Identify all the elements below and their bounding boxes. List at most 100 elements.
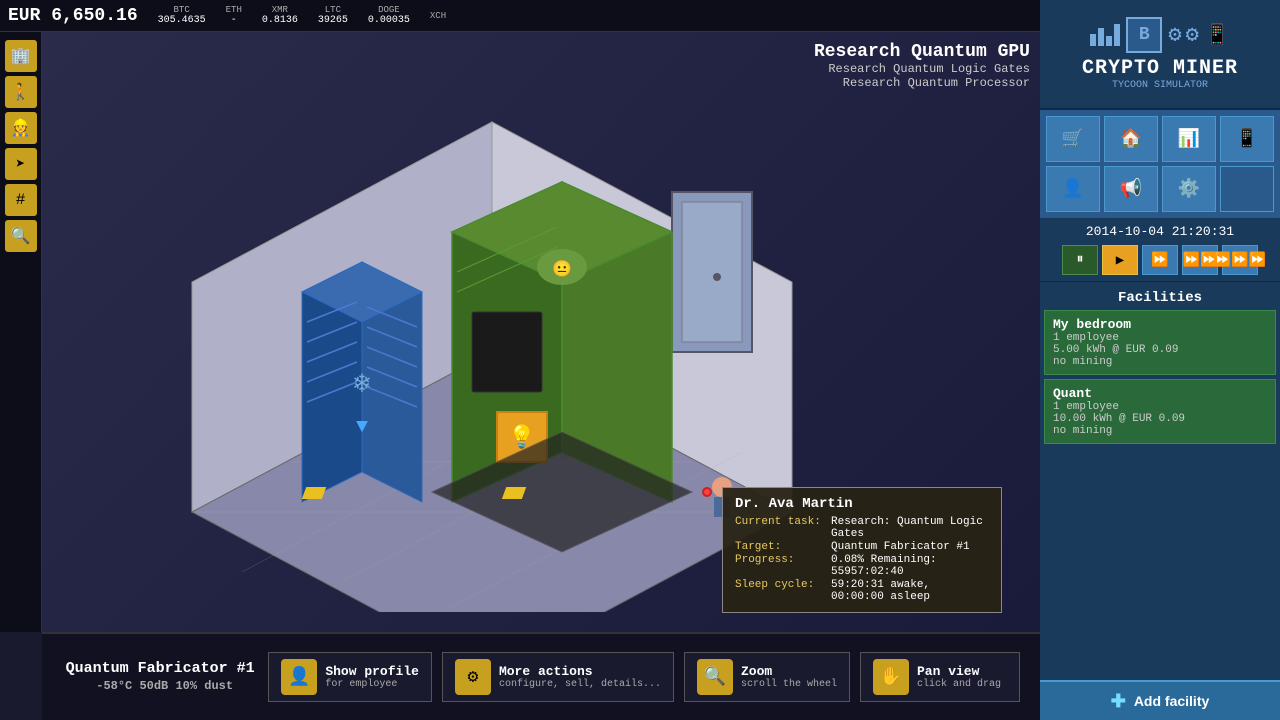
gear-icon-2: ⚙ — [1186, 22, 1199, 48]
main-currency: EUR 6,650.16 — [8, 6, 138, 26]
nav-person-button[interactable]: 👤 — [1046, 166, 1100, 212]
speed-controls: ⏸ ▶ ⏩ ⏩⏩ ⏩⏩⏩ — [1046, 245, 1274, 275]
zoom-icon: 🔍 — [697, 659, 733, 695]
tooltip-target-label: Target: — [735, 541, 825, 553]
add-facility-button[interactable]: ✚ Add facility — [1040, 680, 1280, 720]
sidebar-worker-icon[interactable]: 👷 — [5, 112, 37, 144]
show-profile-button[interactable]: 👤 Show profile for employee — [268, 652, 432, 702]
doge-name: DOGE — [378, 5, 400, 15]
more-actions-button[interactable]: ⚙ More actions configure, sell, details.… — [442, 652, 674, 702]
facility-card-bedroom[interactable]: My bedroom 1 employee 5.00 kWh @ EUR 0.0… — [1044, 310, 1276, 375]
crypto-xch: XCH — [430, 11, 446, 21]
logo-title: CRYPTO MINER — [1082, 57, 1238, 80]
crypto-ltc: LTC 39265 — [318, 5, 348, 26]
ltc-val: 39265 — [318, 15, 348, 26]
cooling-unit: ❄ ▼ — [302, 262, 422, 502]
facility-bedroom-mining: no mining — [1053, 356, 1267, 368]
pan-text: Pan view click and drag — [917, 664, 1001, 690]
pan-view-button[interactable]: ✋ Pan view click and drag — [860, 652, 1020, 702]
tooltip-task-label: Current task: — [735, 516, 825, 540]
left-sidebar: 🏢 🚶 👷 ➤ # 🔍 — [0, 32, 42, 632]
more-actions-text: More actions configure, sell, details... — [499, 664, 661, 690]
sidebar-arrow-icon[interactable]: ➤ — [5, 148, 37, 180]
tooltip-sleep-value: 59:20:31 awake, 00:00:00 asleep — [831, 579, 989, 603]
research-title: Research Quantum GPU — [814, 42, 1030, 62]
time-controls: 2014-10-04 21:20:31 ⏸ ▶ ⏩ ⏩⏩ ⏩⏩⏩ — [1040, 218, 1280, 282]
ltc-name: LTC — [325, 5, 341, 15]
show-profile-text: Show profile for employee — [325, 664, 419, 690]
sidebar-hash-icon[interactable]: # — [5, 184, 37, 216]
facilities-section: Facilities My bedroom 1 employee 5.00 kW… — [1040, 282, 1280, 680]
svg-text:▼: ▼ — [356, 416, 368, 439]
play-button[interactable]: ▶ — [1102, 245, 1138, 275]
more-actions-icon: ⚙ — [455, 659, 491, 695]
xmr-val: 0.8136 — [262, 15, 298, 26]
crypto-btc: BTC 305.4635 — [158, 5, 206, 26]
nav-phone-button[interactable]: 📱 — [1220, 116, 1274, 162]
speed-8x-button[interactable]: ⏩⏩⏩ — [1222, 245, 1258, 275]
xmr-name: XMR — [272, 5, 288, 15]
crypto-doge: DOGE 0.00035 — [368, 5, 410, 26]
logo-area: B ⚙ ⚙ 📱 CRYPTO MINER TYCOON SIMULATOR — [1040, 0, 1280, 110]
research-sub1: Research Quantum Logic Gates — [814, 62, 1030, 76]
pan-icon: ✋ — [873, 659, 909, 695]
nav-settings-button[interactable]: ⚙️ — [1162, 166, 1216, 212]
facility-quant-mining: no mining — [1053, 425, 1267, 437]
svg-text:❄: ❄ — [354, 370, 371, 401]
speed-4x-button[interactable]: ⏩⏩ — [1182, 245, 1218, 275]
bar-chart-icon — [1090, 24, 1120, 46]
crypto-xmr: XMR 0.8136 — [262, 5, 298, 26]
facility-quant-name: Quant — [1053, 386, 1267, 401]
facilities-title: Facilities — [1044, 286, 1276, 310]
btc-name: BTC — [174, 5, 190, 15]
xch-name: XCH — [430, 11, 446, 21]
facility-card-quant[interactable]: Quant 1 employee 10.00 kWh @ EUR 0.09 no… — [1044, 379, 1276, 444]
research-panel: Research Quantum GPU Research Quantum Lo… — [814, 42, 1030, 90]
btc-val: 305.4635 — [158, 15, 206, 26]
facility-stats: -58°C 50dB 10% dust — [96, 679, 233, 693]
tooltip-target-value: Quantum Fabricator #1 — [831, 541, 970, 553]
facility-bedroom-employees: 1 employee — [1053, 332, 1267, 344]
logo-subtitle: TYCOON SIMULATOR — [1112, 80, 1208, 91]
pause-button[interactable]: ⏸ — [1062, 245, 1098, 275]
top-bar: EUR 6,650.16 BTC 305.4635 ETH - XMR 0.81… — [0, 0, 1040, 32]
facility-quant-power: 10.00 kWh @ EUR 0.09 — [1053, 413, 1267, 425]
right-panel: B ⚙ ⚙ 📱 CRYPTO MINER TYCOON SIMULATOR 🛒 … — [1040, 0, 1280, 720]
sidebar-building-icon[interactable]: 🏢 — [5, 40, 37, 72]
zoom-button[interactable]: 🔍 Zoom scroll the wheel — [684, 652, 850, 702]
employee-tooltip: Dr. Ava Martin Current task: Research: Q… — [722, 487, 1002, 613]
game-area: Research Quantum GPU Research Quantum Lo… — [42, 32, 1040, 632]
tooltip-sleep-label: Sleep cycle: — [735, 579, 825, 603]
tooltip-employee-name: Dr. Ava Martin — [735, 496, 989, 512]
tooltip-task-value: Research: Quantum Logic Gates — [831, 516, 989, 540]
add-facility-label: Add facility — [1134, 693, 1209, 709]
crypto-eth: ETH - — [226, 5, 242, 26]
facility-quant-employees: 1 employee — [1053, 401, 1267, 413]
sidebar-walk-icon[interactable]: 🚶 — [5, 76, 37, 108]
tooltip-progress-label: Progress: — [735, 554, 825, 578]
nav-facility-button[interactable]: 🏠 — [1104, 116, 1158, 162]
facility-bedroom-power: 5.00 kWh @ EUR 0.09 — [1053, 344, 1267, 356]
add-icon: ✚ — [1111, 691, 1126, 712]
speed-2x-button[interactable]: ⏩ — [1142, 245, 1178, 275]
zoom-text: Zoom scroll the wheel — [741, 664, 837, 690]
eth-val: - — [231, 15, 237, 26]
nav-empty-button — [1220, 166, 1274, 212]
gear-icons: ⚙ ⚙ — [1168, 22, 1199, 48]
bitcoin-b-icon: B — [1126, 17, 1162, 53]
tooltip-progress-value: 0.08% Remaining: 55957:02:40 — [831, 554, 989, 578]
eth-name: ETH — [226, 5, 242, 15]
nav-megaphone-button[interactable]: 📢 — [1104, 166, 1158, 212]
nav-icons: 🛒 🏠 📊 📱 👤 📢 ⚙️ — [1040, 110, 1280, 218]
datetime-display: 2014-10-04 21:20:31 — [1046, 224, 1274, 239]
facility-name: Quantum Fabricator #1 -58°C 50dB 10% dus… — [62, 660, 258, 694]
gear-icon-1: ⚙ — [1168, 22, 1181, 48]
phone-icon: 📱 — [1205, 22, 1230, 48]
facility-bedroom-name: My bedroom — [1053, 317, 1267, 332]
facility-info: Quantum Fabricator #1 -58°C 50dB 10% dus… — [62, 660, 258, 694]
sidebar-zoom-icon[interactable]: 🔍 — [5, 220, 37, 252]
nav-shop-button[interactable]: 🛒 — [1046, 116, 1100, 162]
nav-stats-button[interactable]: 📊 — [1162, 116, 1216, 162]
bottom-bar: Quantum Fabricator #1 -58°C 50dB 10% dus… — [42, 632, 1040, 720]
svg-text:😐: 😐 — [552, 260, 572, 279]
